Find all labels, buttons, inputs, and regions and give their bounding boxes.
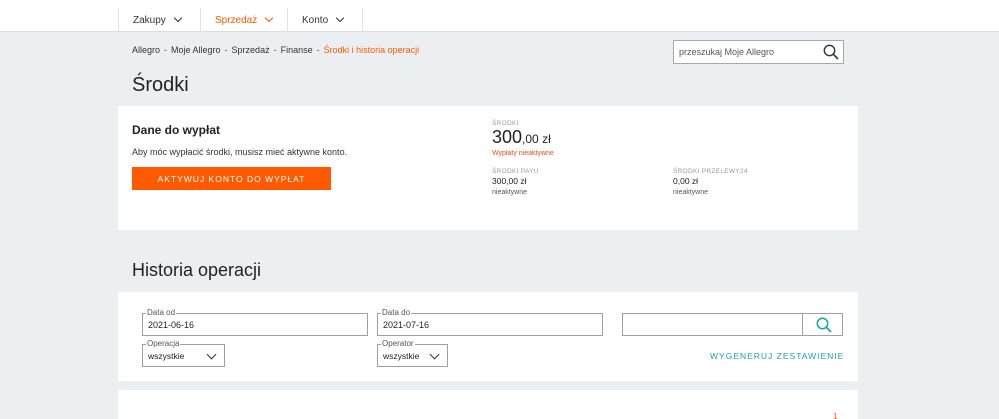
breadcrumb-allegro[interactable]: Allegro: [132, 45, 160, 55]
breadcrumb-finanse[interactable]: Finanse: [281, 45, 313, 55]
breadcrumb-current: Środki i historia operacji: [323, 45, 420, 55]
breadcrumb: Allegro - Moje Allegro - Sprzedaż - Finanse - Śr…: [132, 45, 419, 55]
breadcrumb-separator: -: [273, 45, 277, 55]
operation-value: wszystkie: [148, 351, 185, 361]
przelewy24-label: ŚRODKI PRZELEWY24: [673, 168, 748, 175]
history-filters-card: Data od 2021-06-16 Data do 2021-07-16 Op…: [118, 292, 858, 381]
payu-amount: 300,00 zł: [492, 176, 527, 186]
history-title: Historia operacji: [132, 260, 262, 280]
date-to-field[interactable]: Data do 2021-07-16: [377, 308, 603, 336]
top-strip: [0, 0, 999, 8]
operator-value: wszystkie: [383, 351, 420, 361]
chevron-down-icon: [429, 349, 440, 360]
payu-status: nieaktywne: [492, 189, 528, 196]
payout-description: Aby móc wypłacić środki, musisz mieć akt…: [132, 147, 348, 157]
funds-amount-int: 300: [492, 127, 523, 147]
history-search-input[interactable]: [622, 313, 803, 336]
payout-title: Dane do wypłat: [132, 123, 221, 137]
operator-label: Operator: [381, 339, 415, 349]
nav-sprzedaz[interactable]: Sprzedaż: [200, 8, 287, 32]
date-from-value: 2021-06-16: [148, 320, 195, 330]
search-box: [673, 40, 844, 64]
operation-select[interactable]: Operacja wszystkie: [142, 339, 225, 367]
breadcrumb-moje-allegro[interactable]: Moje Allegro: [171, 45, 221, 55]
przelewy24-status: nieaktywne: [673, 189, 709, 196]
payu-label: ŚRODKI PAYU: [492, 168, 539, 175]
nav-konto-label: Konto: [302, 14, 329, 26]
nav-sprzedaz-label: Sprzedaż: [215, 14, 258, 26]
przelewy24-amount: 0,00 zł: [673, 176, 699, 186]
breadcrumb-separator: -: [164, 45, 168, 55]
funds-amount-frac: ,00 zł: [522, 132, 551, 146]
history-results-card: 1: [118, 390, 858, 419]
chevron-down-icon: [173, 13, 183, 23]
funds-amount: 300,00 zł: [492, 127, 551, 148]
date-from-label: Data od: [146, 308, 177, 318]
history-search-button[interactable]: [802, 313, 843, 336]
nav-zakupy-label: Zakupy: [133, 14, 166, 26]
payout-warning: Wypłaty nieaktywne: [492, 150, 554, 157]
nav-konto[interactable]: Konto: [287, 8, 363, 32]
funds-card: Dane do wypłat Aby móc wypłacić środki, …: [118, 106, 858, 230]
search-icon: [816, 317, 832, 333]
main-nav: Zakupy Sprzedaż Konto: [0, 8, 999, 32]
search-input[interactable]: [674, 41, 814, 63]
breadcrumb-separator: -: [224, 45, 228, 55]
breadcrumb-sprzedaz[interactable]: Sprzedaż: [232, 45, 270, 55]
date-to-value: 2021-07-16: [383, 320, 430, 330]
chevron-down-icon: [206, 349, 217, 360]
funds-label: ŚRODKI: [492, 120, 519, 127]
pagination-current[interactable]: 1: [833, 412, 837, 419]
chevron-down-icon: [265, 13, 274, 23]
search-icon[interactable]: [822, 43, 840, 61]
generate-report-link[interactable]: WYGENERUJ ZESTAWIENIE: [710, 351, 844, 361]
breadcrumb-separator: -: [316, 45, 320, 55]
chevron-down-icon: [335, 13, 345, 23]
date-to-label: Data do: [381, 308, 412, 318]
operation-label: Operacja: [146, 339, 181, 349]
nav-zakupy[interactable]: Zakupy: [118, 8, 200, 32]
page-title: Środki: [132, 74, 189, 96]
operator-select[interactable]: Operator wszystkie: [377, 339, 448, 367]
date-from-field[interactable]: Data od 2021-06-16: [142, 308, 368, 336]
activate-account-button[interactable]: AKTYWUJ KONTO DO WYPŁAT: [132, 167, 331, 190]
